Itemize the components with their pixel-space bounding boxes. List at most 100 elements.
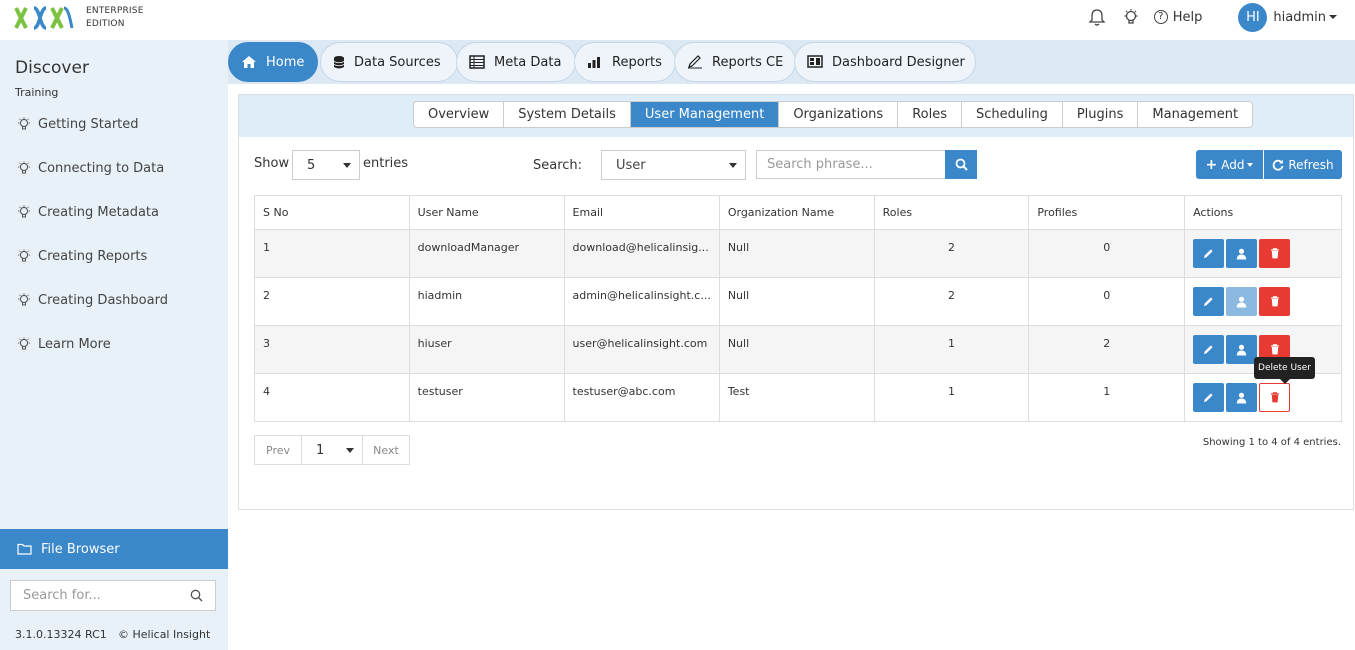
delete-user-button[interactable] [1259,239,1291,268]
search-icon [955,158,968,171]
sidebar-item-label: Learn More [38,337,111,352]
table-row: 4 testuser testuser@abc.com Test 1 1 [254,373,1342,422]
folder-icon [17,543,32,555]
edit-user-button[interactable] [1193,287,1225,316]
trash-icon [1270,392,1279,403]
cell-user-name: hiuser [408,325,565,374]
edition-label: ENTERPRISE EDITION [86,5,144,31]
sidebar-search-input[interactable] [23,588,193,603]
sidebar-item-creating-dashboard[interactable]: Creating Dashboard [17,293,168,308]
tab-label: Home [266,54,305,70]
refresh-button[interactable]: Refresh [1264,150,1342,179]
help-link[interactable]: ? Help [1153,10,1202,25]
cell-profiles: 1 [1028,373,1186,422]
cell-organization: Null [718,277,875,326]
cell-sno: 2 [254,277,410,326]
search-button[interactable] [945,150,977,179]
edit-user-button[interactable] [1193,239,1225,268]
col-header-roles[interactable]: Roles [873,195,1030,230]
table-icon [469,55,485,69]
search-phrase-input[interactable] [767,157,937,172]
cell-email: admin@helicalinsight.c... [563,277,720,326]
prev-page-button[interactable]: Prev [255,436,301,464]
search-type-select[interactable]: User [601,150,746,180]
tab-dashboard-designer[interactable]: Dashboard Designer [794,42,976,82]
user-icon [1236,344,1247,355]
pencil-icon [1204,345,1213,354]
subtab-roles[interactable]: Roles [898,102,962,127]
user-management-panel: Overview System Details User Management … [238,94,1354,510]
pencil-icon [1204,249,1213,258]
subtab-overview[interactable]: Overview [414,102,505,127]
sidebar-item-creating-metadata[interactable]: Creating Metadata [17,205,159,220]
delete-user-button[interactable] [1259,383,1291,412]
next-page-button[interactable]: Next [363,436,409,464]
bell-icon[interactable] [1086,6,1108,28]
subtab-organizations[interactable]: Organizations [779,102,899,127]
add-button[interactable]: + Add [1196,150,1263,179]
lightbulb-icon [18,161,30,174]
col-header-profiles[interactable]: Profiles [1028,195,1186,230]
copyright-label: © Helical Insight [118,628,211,641]
row-actions [1193,239,1333,268]
assign-profile-button[interactable] [1226,239,1258,268]
sidebar-item-connecting-to-data[interactable]: Connecting to Data [17,161,164,176]
search-icon[interactable] [190,589,203,602]
subtab-plugins[interactable]: Plugins [1063,102,1139,127]
lightbulb-icon [18,337,30,350]
tab-label: Dashboard Designer [832,54,965,70]
pencil-icon [688,55,702,69]
sidebar-item-getting-started[interactable]: Getting Started [17,117,139,132]
tab-data-sources[interactable]: Data Sources [320,42,458,82]
delete-user-button[interactable] [1259,287,1291,316]
question-icon: ? [1153,10,1168,24]
lightbulb-icon [18,117,30,130]
cell-roles: 1 [873,325,1030,374]
tab-label: Data Sources [354,54,441,70]
assign-profile-button[interactable] [1226,287,1258,316]
subtab-management[interactable]: Management [1138,102,1252,127]
edition-line2: EDITION [86,19,125,29]
col-header-sno[interactable]: S No [254,195,410,230]
subtab-system-details[interactable]: System Details [504,102,631,127]
col-header-organization[interactable]: Organization Name [718,195,875,230]
lightbulb-icon[interactable] [1120,6,1142,28]
cell-organization: Null [718,229,875,278]
assign-profile-button[interactable] [1226,383,1258,412]
sidebar-search [10,580,216,611]
edition-line1: ENTERPRISE [86,6,144,16]
delete-user-tooltip: Delete User [1254,357,1315,384]
cell-roles: 2 [873,229,1030,278]
edit-user-button[interactable] [1193,335,1225,364]
search-label: Search: [533,158,583,173]
logo[interactable]: ENTERPRISE EDITION [14,4,144,32]
avatar[interactable]: HI [1238,2,1268,32]
subtab-user-management[interactable]: User Management [630,102,780,127]
tab-reports[interactable]: Reports [574,42,676,82]
chevron-down-icon [729,163,737,168]
sidebar: Discover Training Getting Started Connec… [0,40,228,650]
tab-home[interactable]: Home [228,42,318,82]
col-header-email[interactable]: Email [563,195,720,230]
trash-icon [1270,296,1279,307]
cell-email: download@helicalinsig... [563,229,720,278]
sidebar-item-creating-reports[interactable]: Creating Reports [17,249,147,264]
user-menu[interactable]: hiadmin [1273,10,1337,25]
sidebar-item-label: Creating Dashboard [38,293,168,308]
col-header-actions: Actions [1184,195,1342,230]
assign-profile-button[interactable] [1226,335,1258,364]
sidebar-item-learn-more[interactable]: Learn More [17,337,111,352]
user-icon [1236,296,1247,307]
refresh-icon [1273,159,1284,171]
tab-reports-ce[interactable]: Reports CE [674,42,796,82]
col-header-user-name[interactable]: User Name [408,195,565,230]
file-browser-button[interactable]: File Browser [0,529,228,569]
entries-select[interactable]: 5 [292,150,360,180]
tab-meta-data[interactable]: Meta Data [456,42,576,82]
tab-label: Reports [612,54,662,70]
edit-user-button[interactable] [1193,383,1225,412]
cell-user-name: hiadmin [408,277,565,326]
users-table: S No User Name Email Organization Name R… [254,195,1342,422]
page-select[interactable]: 1 [301,436,363,464]
subtab-scheduling[interactable]: Scheduling [962,102,1063,127]
